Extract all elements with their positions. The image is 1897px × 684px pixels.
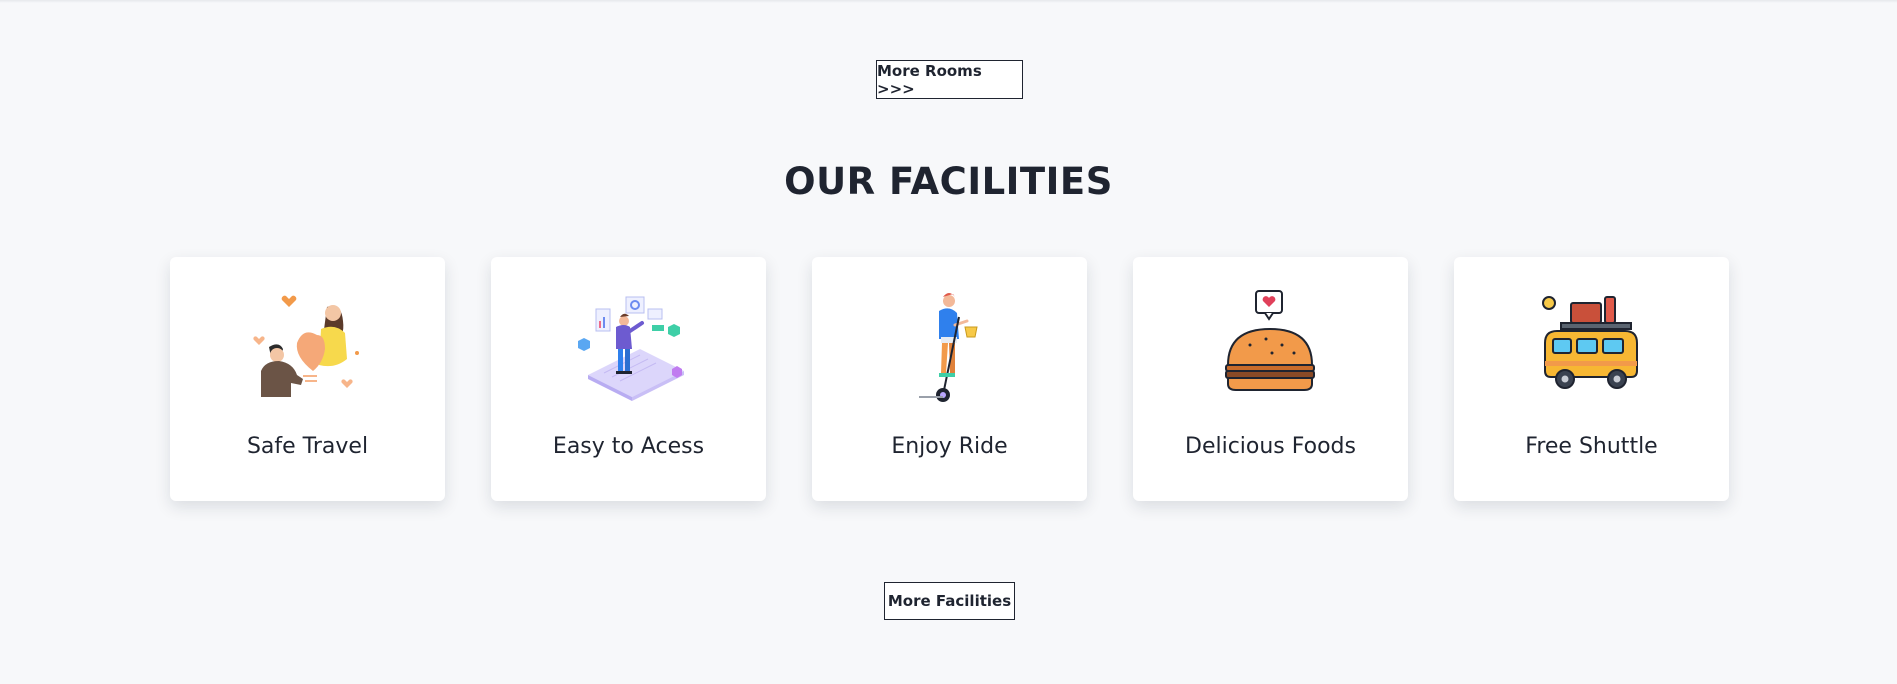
facility-card-delicious-foods[interactable]: Delicious Foods [1133, 257, 1408, 501]
enjoy-ride-illustration [919, 293, 978, 402]
facility-label: Enjoy Ride [891, 434, 1008, 459]
facility-card-free-shuttle[interactable]: Free Shuttle [1454, 257, 1729, 501]
safe-travel-illustration [253, 295, 359, 397]
more-facilities-button[interactable]: More Facilities [884, 582, 1015, 620]
shuttle-van-icon [1542, 296, 1638, 389]
facility-label: Safe Travel [246, 434, 369, 459]
section-title: OUR FACILITIES [784, 160, 1113, 203]
top-divider [0, 0, 1897, 3]
facility-label: Delicious Foods [1185, 434, 1356, 459]
facility-card-safe-travel[interactable]: Safe Travel [170, 257, 445, 501]
burger-icon [1225, 290, 1315, 391]
facility-card-easy-access[interactable]: Easy to Acess [491, 257, 766, 501]
facility-card-enjoy-ride[interactable]: Enjoy Ride [812, 257, 1087, 501]
facility-label: Easy to Acess [552, 434, 705, 459]
facility-label: Free Shuttle [1525, 434, 1658, 459]
easy-access-illustration [578, 296, 684, 401]
more-rooms-button[interactable]: More Rooms >>> [876, 60, 1023, 99]
